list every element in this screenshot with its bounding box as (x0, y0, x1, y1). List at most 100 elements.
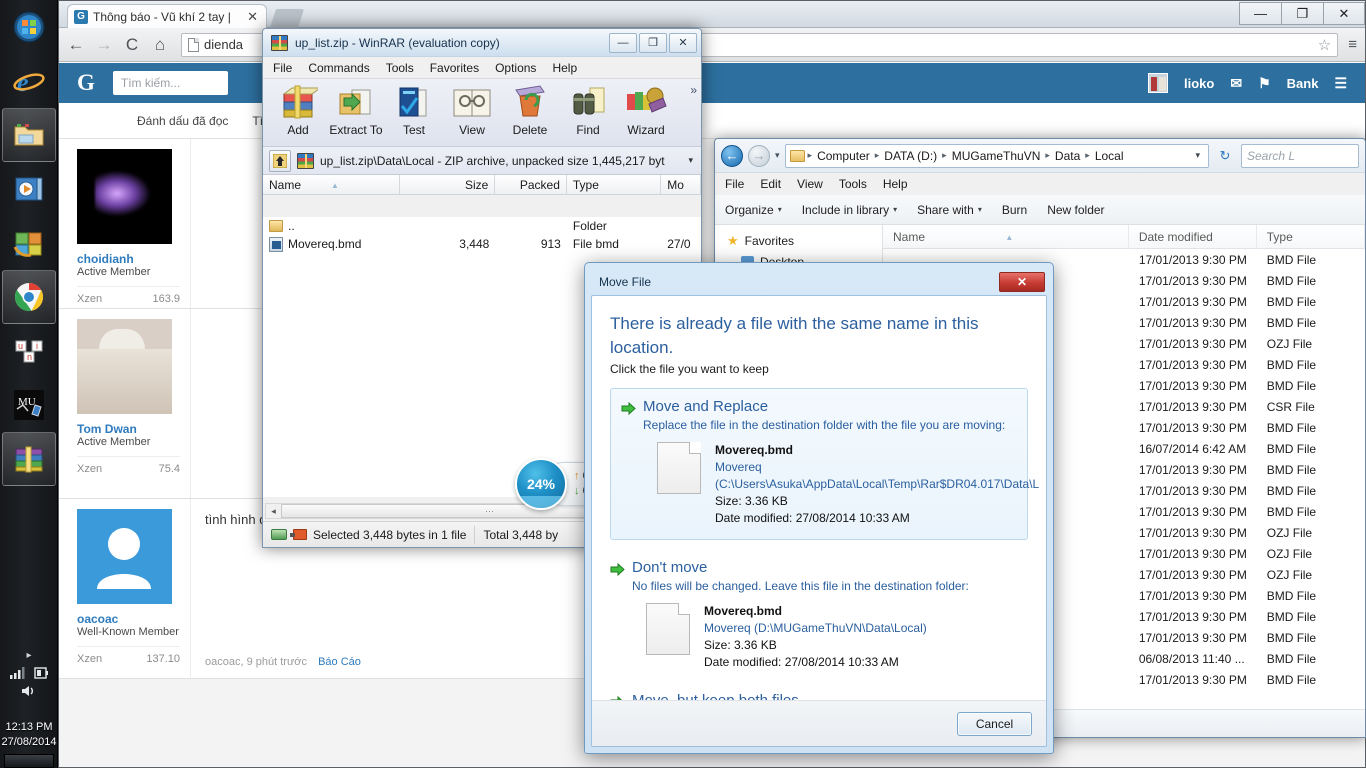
breadcrumb-item-local[interactable]: Local (1093, 149, 1126, 163)
column-header-date[interactable]: Date modified (1129, 225, 1257, 249)
find-button[interactable]: Find (559, 83, 617, 137)
mu-game-icon[interactable]: MU (0, 378, 58, 432)
chevron-down-icon[interactable]: ▾ (1191, 150, 1204, 161)
home-icon[interactable]: ⌂ (151, 35, 169, 55)
forum-logo[interactable]: G (77, 70, 95, 96)
column-header-name[interactable]: Name ▲ (883, 225, 1129, 249)
menu-commands[interactable]: Commands (308, 61, 369, 75)
maximize-button[interactable]: ❐ (1281, 2, 1323, 25)
bank-link[interactable]: Bank (1287, 76, 1319, 91)
tab-close-icon[interactable]: ✕ (245, 9, 260, 25)
history-dropdown-icon[interactable]: ▾ (775, 150, 780, 161)
menu-view[interactable]: View (797, 177, 823, 191)
post-avatar[interactable] (77, 509, 172, 604)
scroll-left-icon[interactable]: ◂ (266, 506, 281, 517)
reload-icon[interactable]: C (123, 35, 141, 55)
view-button[interactable]: View (443, 83, 501, 137)
internet-explorer-icon[interactable]: e (0, 54, 58, 108)
forum-username[interactable]: lioko (1184, 76, 1214, 91)
chrome-menu-icon[interactable]: ≡ (1348, 36, 1357, 53)
post-username[interactable]: oacoac (77, 612, 180, 626)
column-header-type[interactable]: Type (567, 175, 661, 195)
windows-explorer-icon[interactable] (2, 108, 56, 162)
battery-icon[interactable] (33, 666, 49, 680)
forward-button[interactable]: → (95, 35, 113, 55)
toolbar-overflow-icon[interactable]: » (690, 83, 697, 97)
volume-icon[interactable] (20, 684, 38, 698)
back-button[interactable]: ← (721, 145, 743, 167)
menu-help[interactable]: Help (883, 177, 908, 191)
share-with-button[interactable]: Share with ▾ (917, 203, 982, 217)
post-avatar[interactable] (77, 149, 172, 244)
post-avatar[interactable] (77, 319, 172, 414)
minimize-button[interactable]: — (1239, 2, 1281, 25)
back-button[interactable]: ← (67, 35, 85, 55)
column-header-modified[interactable]: Mo (661, 175, 701, 195)
include-in-library-button[interactable]: Include in library ▾ (802, 203, 897, 217)
column-header-type[interactable]: Type (1257, 225, 1365, 249)
menu-tools[interactable]: Tools (839, 177, 867, 191)
refresh-icon[interactable]: ↻ (1214, 145, 1236, 167)
bookmark-star-icon[interactable]: ☆ (1318, 36, 1331, 54)
post-username[interactable]: choidianh (77, 252, 180, 266)
minimize-button[interactable]: — (609, 33, 637, 53)
column-header-size[interactable]: Size (400, 175, 495, 195)
wizard-button[interactable]: Wizard (617, 83, 675, 137)
test-button[interactable]: Test (385, 83, 443, 137)
browser-tab[interactable]: G Thông báo - Vũ khí 2 tay | ✕ (67, 4, 267, 28)
menu-favorites[interactable]: Favorites (430, 61, 479, 75)
table-row[interactable]: Movereq.bmd3,448913File bmd27/0 (263, 235, 701, 253)
winrar-icon[interactable] (2, 432, 56, 486)
menu-help[interactable]: Help (552, 61, 577, 75)
menu-edit[interactable]: Edit (760, 177, 781, 191)
menu-tools[interactable]: Tools (386, 61, 414, 75)
media-player-icon[interactable] (0, 162, 58, 216)
report-link[interactable]: Báo Cáo (318, 656, 361, 668)
breadcrumb-item-computer[interactable]: Computer (815, 149, 872, 163)
breadcrumb[interactable]: ▸ Computer ▸ DATA (D:) ▸ MUGameThuVN ▸ D… (785, 144, 1209, 168)
overflow-arrow-icon[interactable]: ▸ (0, 650, 58, 661)
post-username[interactable]: Tom Dwan (77, 422, 180, 436)
forum-search-input[interactable]: Tìm kiếm... (113, 71, 228, 95)
maximize-button[interactable]: ❐ (639, 33, 667, 53)
new-tab-button[interactable] (270, 9, 304, 28)
close-button[interactable]: ✕ (999, 272, 1045, 292)
start-orb[interactable] (0, 0, 58, 54)
google-chrome-icon[interactable] (2, 270, 56, 324)
new-folder-button[interactable]: New folder (1047, 203, 1104, 217)
option-dont-move[interactable]: Don't move No files will be changed. Lea… (610, 558, 1028, 671)
table-row[interactable]: ..Folder (263, 217, 701, 235)
hamburger-menu-icon[interactable]: ☰ (1334, 75, 1347, 92)
alerts-flag-icon[interactable]: ⚑ (1258, 75, 1271, 92)
extract-to-button[interactable]: Extract To (327, 83, 385, 137)
show-desktop-button[interactable] (4, 754, 54, 768)
avatar[interactable] (1148, 73, 1168, 93)
up-one-level-button[interactable] (269, 150, 291, 172)
organize-button[interactable]: Organize ▾ (725, 203, 782, 217)
nav-item-favorites[interactable]: ★ Favorites (727, 233, 882, 249)
unikey-icon[interactable]: u i n (0, 324, 58, 378)
forward-button[interactable]: → (748, 145, 770, 167)
burn-button[interactable]: Burn (1002, 203, 1027, 217)
cancel-button[interactable]: Cancel (957, 712, 1032, 736)
close-button[interactable]: ✕ (669, 33, 697, 53)
menu-file[interactable]: File (725, 177, 744, 191)
inbox-icon[interactable]: ✉ (1230, 75, 1242, 92)
menu-file[interactable]: File (273, 61, 292, 75)
breadcrumb-item-mugamethuvn[interactable]: MUGameThuVN (950, 149, 1043, 163)
breadcrumb-item-data-d[interactable]: DATA (D:) (882, 149, 939, 163)
delete-button[interactable]: Delete (501, 83, 559, 137)
add-button[interactable]: Add (269, 83, 327, 137)
photo-viewer-icon[interactable] (0, 216, 58, 270)
column-header-name[interactable]: Name ▲ (263, 175, 400, 195)
search-input[interactable]: Search L (1241, 144, 1359, 168)
breadcrumb-item-data[interactable]: Data (1053, 149, 1082, 163)
taskbar-clock[interactable]: 12:13 PM 27/08/2014 (0, 720, 58, 750)
option-move-and-replace[interactable]: Move and Replace Replace the file in the… (610, 388, 1028, 540)
menu-options[interactable]: Options (495, 61, 536, 75)
network-signal-icon[interactable] (9, 666, 25, 680)
mark-read-link[interactable]: Đánh dấu đã đọc (137, 114, 228, 128)
close-button[interactable]: ✕ (1323, 2, 1365, 25)
chevron-down-icon[interactable]: ▾ (688, 155, 695, 166)
download-progress-circle[interactable]: 24% (515, 458, 567, 510)
